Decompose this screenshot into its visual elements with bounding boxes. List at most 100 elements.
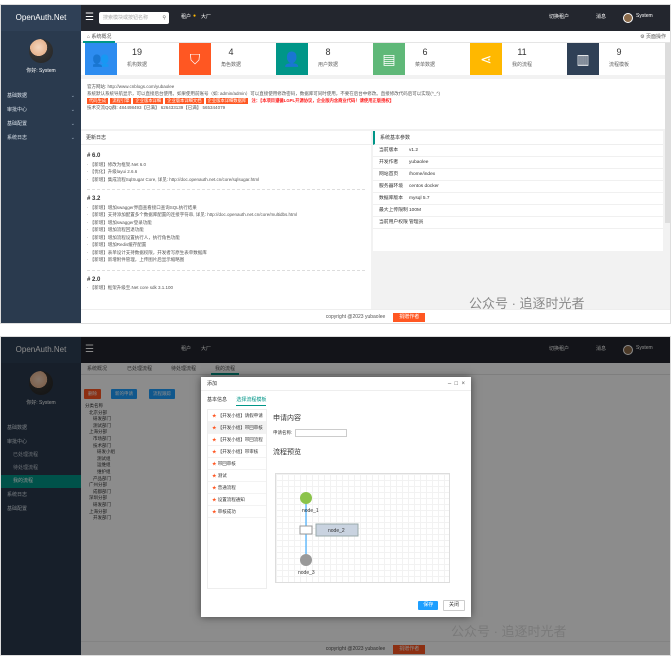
changelog-item: · 【新增】增加流程设置执行人，执行角色功能	[87, 234, 180, 240]
chevron-down-icon: ⌄	[70, 93, 75, 99]
request-name-input[interactable]	[295, 429, 348, 437]
doc-icon: ▤	[373, 43, 405, 75]
maximize-icon[interactable]: □	[455, 381, 459, 387]
notice-panel: 官方网站: http://www.cnblogs.com/yubaolee 系统…	[81, 79, 670, 129]
user-menu[interactable]: System	[636, 13, 653, 19]
node-label: node_2	[328, 528, 345, 534]
stat-card[interactable]: ⛉ 4 角色数据	[179, 43, 252, 75]
tab-basic-info[interactable]: 基本信息	[207, 395, 227, 405]
close-button[interactable]: 关闭	[442, 600, 465, 611]
field-row: 申请名称:	[273, 429, 463, 437]
tenant-indicator-icon: ●	[193, 13, 197, 19]
workflow-screenshot: OpenAuth.Net ☰ 租户 大厂 切换租户 消息 System 你好: …	[0, 336, 671, 656]
notice-text: 系统默认系统导航显示，可以直接后台使用。如果使用前账号（如: admin/adm…	[87, 91, 440, 96]
scrollbar[interactable]	[665, 43, 670, 223]
flow-diagram: node_1 node_2 node_3	[298, 492, 359, 576]
stats-row: 👥 19 机构数据 ⛉ 4 角色数据 👤 8 用户数据 ▤ 6 菜单数据 ⋖ 11 我的流程 ▥ 9 流…	[81, 43, 670, 75]
changelog-item: · 【新增】增加流程回退功能	[87, 227, 144, 232]
end-node-icon	[300, 554, 312, 566]
official-site[interactable]: 官方网站: http://www.cnblogs.com/yubaolee	[87, 83, 664, 90]
version-heading: # 2.0	[87, 276, 101, 283]
search-input[interactable]: 搜索模块或按钮名称 ⚲	[99, 12, 169, 24]
license-notice: 注：【本项目遵循LGPL开源协议，企业版内含商业代码！请使用正版授权】	[251, 98, 394, 103]
template-item[interactable]: ★ 设置流程通知	[208, 494, 266, 506]
save-button[interactable]: 保存	[418, 601, 439, 610]
messages-link[interactable]: 消息	[596, 13, 606, 20]
sys-row: 数据库版本 mysql 5.7	[373, 193, 663, 205]
tenant-label: 租户	[181, 14, 192, 20]
person-icon: 👤	[276, 43, 308, 75]
stat-card[interactable]: ▤ 6 菜单数据	[373, 43, 446, 75]
brand-logo: OpenAuth.Net	[1, 5, 81, 31]
changelog-item: · 【新增】增加swagger界面查看接口查询SQL执行结果	[87, 204, 197, 210]
sys-row: 最大上传限制 100M	[373, 205, 663, 217]
search-icon[interactable]: ⚲	[162, 12, 166, 24]
stat-card[interactable]: 👤 8 用户数据	[276, 43, 349, 75]
tag-row: 代码生成 流程引擎 企业版本详细 企业版本详细文档 企业版本详细数据库 注：【本项目遵循…	[87, 97, 664, 104]
sidebar-user-name: 你好: System	[26, 68, 56, 74]
template-item[interactable]: ★ 【开发小组】带回审核	[208, 422, 266, 434]
system-info-panel: 系统基本参数 当前版本 v1.2 开发作者 yubaolee 网站首页/home/i…	[373, 131, 663, 251]
tab-overview[interactable]: ⌂ 系统概况	[83, 31, 116, 43]
changelog-body: # 6.0 · 【新增】修改为框架.Net 6.0 · 【优化】升级layui …	[81, 145, 371, 296]
changelog-item: · 【新增】增加swagger登录功能	[87, 219, 152, 225]
sidebar-item-basic-data[interactable]: 基础数据 ⌄	[1, 89, 81, 103]
sidebar-profile: 你好: System	[1, 31, 81, 89]
flow-preview: node_1 node_2 node_3	[275, 473, 450, 583]
add-dialog: 添加 – □ × 基本信息 选择流程模板 ★ 【开发小组】请假申请 ★ 【开发小…	[201, 377, 471, 617]
template-item[interactable]: ★ 【开发小组】带审核	[208, 446, 266, 458]
sys-row: 当前版本 v1.2	[373, 145, 663, 157]
tab-bar: ⌂ 系统概况 ⚙ 页面操作	[81, 31, 670, 43]
menu-toggle-icon[interactable]: ☰	[85, 12, 97, 24]
tab-select-template[interactable]: 选择流程模板	[236, 395, 267, 406]
changelog-item: · 【新增】修改为框架.Net 6.0	[87, 161, 147, 167]
sidebar-item-config[interactable]: 基础配置 ⌄	[1, 117, 81, 131]
users-icon: 👥	[85, 43, 117, 75]
minimize-icon[interactable]: –	[448, 381, 451, 387]
template-item[interactable]: ★ 带回审核	[208, 458, 266, 470]
changelog-title: 更新日志	[81, 131, 371, 145]
stat-card[interactable]: 👥 19 机构数据	[85, 43, 158, 75]
template-item[interactable]: ★ 【开发小组】请假申请	[208, 410, 266, 422]
sys-row: 服务器环境 centos docker	[373, 181, 663, 193]
sidebar-item-logs[interactable]: 系统日志 ⌄	[1, 131, 81, 145]
template-item[interactable]: ★ 审核成功	[208, 506, 266, 518]
switch-tenant-link[interactable]: 切换租户	[549, 13, 569, 20]
profile-avatar	[29, 39, 53, 63]
stat-card[interactable]: ▥ 9 流程模板	[567, 43, 640, 75]
node-label: node_3	[298, 570, 315, 576]
close-icon[interactable]: ×	[461, 381, 465, 387]
qq-groups: 技术交流QQ群: 484498493【已满】 626433139【已满】 565…	[87, 105, 226, 110]
template-item[interactable]: ★ 普通流程	[208, 482, 266, 494]
template-item[interactable]: ★ 【开发小组】带回流程	[208, 434, 266, 446]
book-icon: ▥	[567, 43, 599, 75]
request-form: 申请内容 申请名称: 流程预览 node_1 node_2 node_3	[273, 409, 463, 589]
start-node-icon	[300, 492, 312, 504]
sidebar-item-approval[interactable]: 审批中心 ⌄	[1, 103, 81, 117]
donate-button[interactable]: 捐赠作者	[393, 313, 426, 322]
shield-icon: ⛉	[179, 43, 211, 75]
dialog-tabs: 基本信息 选择流程模板	[207, 395, 274, 406]
changelog-item: · 【新增】新增附件管理，上传图片后显示缩略图	[87, 257, 185, 262]
template-item[interactable]: ★ 测试	[208, 470, 266, 482]
top-bar: OpenAuth.Net ☰ 搜索模块或按钮名称 ⚲ 租户 ● 大厂 切换租户 …	[1, 5, 670, 31]
changelog-item: · 【优化】升级layui 2.6.6	[87, 169, 138, 174]
dialog-title: 添加	[207, 381, 218, 387]
node-label: node_1	[302, 508, 319, 514]
form-title: 申请内容	[273, 415, 301, 422]
sidebar: 你好: System 基础数据 ⌄ 审批中心 ⌄ 基础配置 ⌄ 系统日志 ⌄	[1, 31, 81, 323]
watermark: 公众号 · 追逐时光者	[451, 624, 567, 639]
main-content: 👥 19 机构数据 ⛉ 4 角色数据 👤 8 用户数据 ▤ 6 菜单数据 ⋖ 11 我的流程 ▥ 9 流…	[81, 43, 670, 323]
changelog-item: · 【新增】增加Redis缓存配置	[87, 242, 147, 247]
version-heading: # 3.2	[87, 196, 101, 202]
dialog-header: 添加 – □ ×	[201, 377, 471, 391]
system-info-title: 系统基本参数	[373, 131, 663, 145]
changelog-item: · 【新增】框架升级至.Net core sdk 3.1.100	[87, 285, 174, 290]
divider	[87, 189, 365, 190]
stat-card[interactable]: ⋖ 11 我的流程	[470, 43, 543, 75]
changelog-item: · 【新增】集成流程SqlSugar Core, 详见: http://doc.…	[87, 176, 260, 182]
preview-title: 流程预览	[273, 449, 301, 456]
tenant-value[interactable]: 大厂	[201, 13, 211, 20]
page-ops-menu[interactable]: ⚙ 页面操作	[640, 31, 666, 43]
avatar[interactable]	[623, 13, 633, 23]
